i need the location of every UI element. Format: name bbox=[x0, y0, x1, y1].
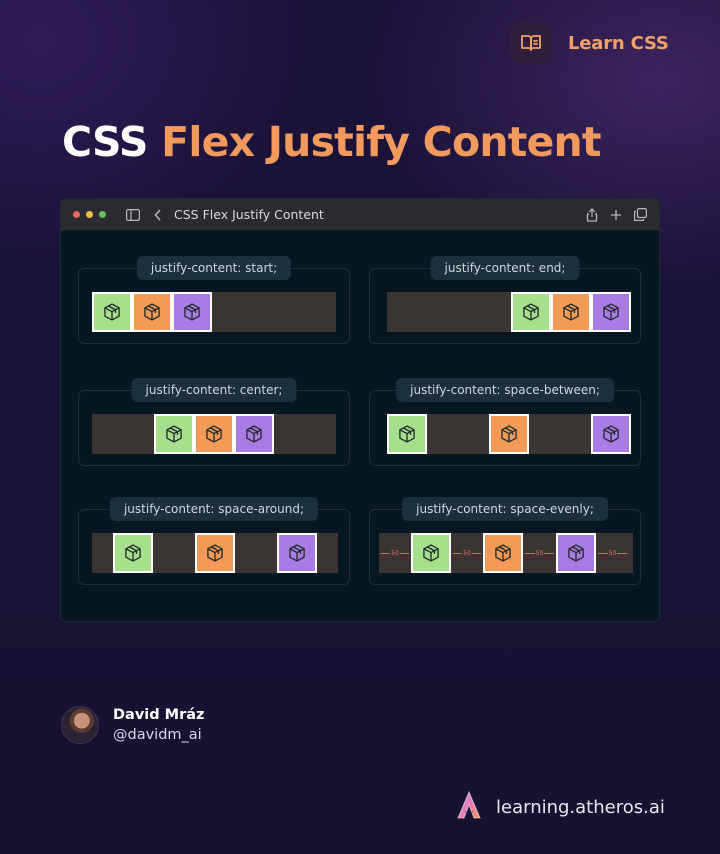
tabs-overview-icon[interactable] bbox=[634, 208, 647, 221]
cube-icon bbox=[421, 543, 441, 563]
cube-icon bbox=[164, 424, 184, 444]
cube-icon bbox=[601, 302, 621, 322]
flex-container bbox=[92, 292, 336, 332]
brand-name: learning.atheros.ai bbox=[496, 796, 665, 818]
box-green bbox=[92, 292, 132, 332]
box-orange bbox=[195, 533, 235, 573]
cube-icon bbox=[123, 543, 143, 563]
box-green bbox=[113, 533, 153, 573]
demo-label: justify-content: center; bbox=[131, 378, 297, 402]
author-block: David Mráz @davidm_ai bbox=[61, 706, 204, 744]
box-green bbox=[411, 533, 451, 573]
new-tab-icon[interactable] bbox=[610, 209, 622, 221]
demo-label: justify-content: space-evenly; bbox=[402, 497, 608, 521]
demo-space-between: justify-content: space-between; bbox=[369, 378, 641, 466]
window-titlebar: CSS Flex Justify Content bbox=[61, 199, 659, 231]
demo-label: justify-content: space-around; bbox=[109, 497, 319, 521]
gap-marker: 50 bbox=[451, 547, 483, 559]
flex-container bbox=[387, 292, 631, 332]
badge-label: Learn CSS bbox=[568, 32, 669, 54]
maximize-dot[interactable] bbox=[99, 211, 106, 218]
cube-icon bbox=[205, 543, 225, 563]
box-purple bbox=[234, 414, 274, 454]
demo-start: justify-content: start; bbox=[78, 256, 350, 344]
cube-icon bbox=[521, 302, 541, 322]
learn-css-badge: Learn CSS bbox=[510, 22, 669, 64]
cube-icon bbox=[142, 302, 162, 322]
demo-center: justify-content: center; bbox=[78, 378, 350, 466]
gap-marker: 50 bbox=[379, 547, 411, 559]
box-green bbox=[154, 414, 194, 454]
cube-icon bbox=[204, 424, 224, 444]
window-title: CSS Flex Justify Content bbox=[174, 207, 324, 222]
page-title: CSS Flex Justify Content bbox=[62, 118, 602, 166]
author-handle[interactable]: @davidm_ai bbox=[113, 727, 204, 743]
box-purple bbox=[591, 414, 631, 454]
title-prefix: CSS bbox=[62, 118, 162, 166]
box-purple bbox=[591, 292, 631, 332]
demo-label: justify-content: start; bbox=[136, 256, 292, 280]
cube-icon bbox=[601, 424, 621, 444]
cube-icon bbox=[566, 543, 586, 563]
demo-space-evenly: justify-content: space-evenly; 50 50 50 … bbox=[369, 497, 641, 585]
brand-footer[interactable]: learning.atheros.ai bbox=[456, 790, 665, 824]
flex-container bbox=[92, 414, 336, 454]
browser-window: CSS Flex Justify Content justify-content… bbox=[60, 198, 660, 622]
minimize-dot[interactable] bbox=[86, 211, 93, 218]
cube-icon bbox=[493, 543, 513, 563]
cube-icon bbox=[102, 302, 122, 322]
box-green bbox=[511, 292, 551, 332]
sidebar-icon[interactable] bbox=[126, 208, 140, 221]
box-orange bbox=[489, 414, 529, 454]
cube-icon bbox=[397, 424, 417, 444]
box-purple bbox=[556, 533, 596, 573]
demo-label: justify-content: end; bbox=[430, 256, 580, 280]
box-orange bbox=[132, 292, 172, 332]
share-icon[interactable] bbox=[586, 207, 598, 222]
demo-space-around: justify-content: space-around; bbox=[78, 497, 350, 585]
gap-marker: 50 bbox=[596, 547, 629, 559]
box-orange bbox=[551, 292, 591, 332]
author-name: David Mráz bbox=[113, 707, 205, 723]
box-purple bbox=[172, 292, 212, 332]
flex-container bbox=[387, 414, 631, 454]
atheros-logo-icon bbox=[456, 790, 482, 824]
title-main: Flex Justify Content bbox=[161, 118, 601, 166]
box-purple bbox=[277, 533, 317, 573]
cube-icon bbox=[499, 424, 519, 444]
cube-icon bbox=[182, 302, 202, 322]
avatar bbox=[61, 706, 99, 744]
demo-end: justify-content: end; bbox=[369, 256, 641, 344]
box-orange bbox=[194, 414, 234, 454]
close-dot[interactable] bbox=[73, 211, 80, 218]
demo-label: justify-content: space-between; bbox=[396, 378, 614, 402]
flex-container bbox=[92, 533, 338, 573]
cube-icon bbox=[287, 543, 307, 563]
cube-icon bbox=[244, 424, 264, 444]
book-icon bbox=[510, 22, 552, 64]
cube-icon bbox=[561, 302, 581, 322]
box-green bbox=[387, 414, 427, 454]
box-orange bbox=[483, 533, 523, 573]
back-icon[interactable] bbox=[154, 208, 162, 221]
flex-container: 50 50 50 50 bbox=[379, 533, 633, 573]
gap-marker: 50 bbox=[523, 547, 556, 559]
